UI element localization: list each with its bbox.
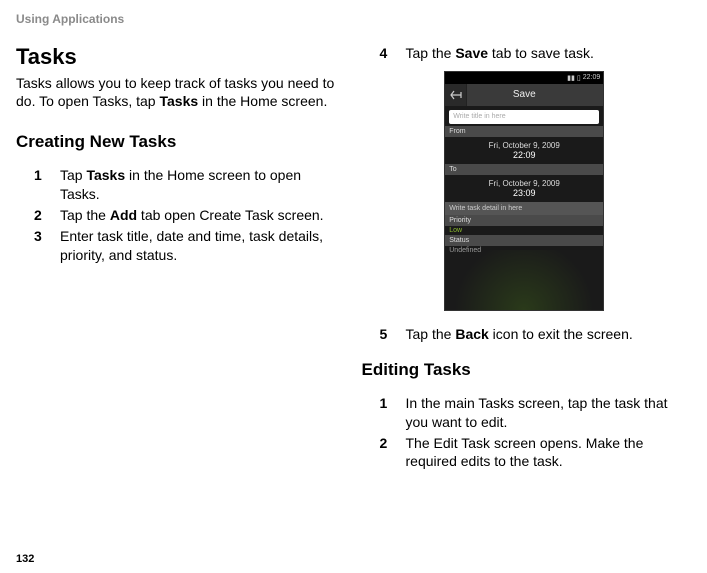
step-pre: Tap the bbox=[406, 326, 456, 342]
step-pre: Tap the bbox=[406, 45, 456, 61]
phone-topbar: Save bbox=[445, 84, 603, 106]
step-number: 2 bbox=[34, 206, 60, 225]
status-time: 22:09 bbox=[583, 74, 601, 81]
steps-creating: 1 Tap Tasks in the Home screen to open T… bbox=[16, 166, 342, 264]
step-text: Enter task title, date and time, task de… bbox=[60, 227, 342, 265]
step-5: 5 Tap the Back icon to exit the screen. bbox=[380, 325, 688, 344]
save-tab[interactable]: Save bbox=[467, 89, 603, 100]
phone-statusbar: ▮▮ ▯ 22:09 bbox=[445, 72, 603, 84]
step-number: 2 bbox=[380, 434, 406, 472]
status-label: Status bbox=[445, 235, 603, 246]
intro-bold-tasks: Tasks bbox=[159, 93, 198, 109]
to-label: To bbox=[445, 164, 603, 175]
step-bold: Tasks bbox=[86, 167, 125, 183]
task-detail-input[interactable]: Write task detail in here bbox=[445, 202, 603, 215]
step-post: tab open Create Task screen. bbox=[137, 207, 324, 223]
step-text: Tap the Back icon to exit the screen. bbox=[406, 325, 688, 344]
step-text: The Edit Task screen opens. Make the req… bbox=[406, 434, 688, 472]
from-date[interactable]: Fri, October 9, 2009 bbox=[445, 137, 603, 150]
step-2: 2 Tap the Add tab open Create Task scree… bbox=[34, 206, 342, 225]
step-text: Tap the Save tab to save task. bbox=[406, 44, 688, 63]
priority-value[interactable]: Low bbox=[445, 226, 603, 235]
signal-icon: ▮▮ bbox=[567, 74, 575, 82]
section-title-tasks: Tasks bbox=[16, 44, 342, 70]
step-number: 5 bbox=[380, 325, 406, 344]
running-header: Using Applications bbox=[16, 12, 687, 26]
step-post: tab to save task. bbox=[488, 45, 594, 61]
step-text: Tap the Add tab open Create Task screen. bbox=[60, 206, 342, 225]
from-label: From bbox=[445, 126, 603, 137]
edit-step-1: 1 In the main Tasks screen, tap the task… bbox=[380, 394, 688, 432]
phone-background bbox=[445, 250, 603, 310]
step-bold: Save bbox=[455, 45, 488, 61]
tasks-intro: Tasks allows you to keep track of tasks … bbox=[16, 74, 342, 110]
subsection-editing-tasks: Editing Tasks bbox=[362, 360, 688, 380]
title-input[interactable]: Write title in here bbox=[449, 110, 599, 124]
step-3: 3 Enter task title, date and time, task … bbox=[34, 227, 342, 265]
intro-text-2: in the Home screen. bbox=[198, 93, 327, 109]
step-text: Tap Tasks in the Home screen to open Tas… bbox=[60, 166, 342, 204]
edit-step-2: 2 The Edit Task screen opens. Make the r… bbox=[380, 434, 688, 472]
steps-creating-continued: 4 Tap the Save tab to save task. bbox=[362, 44, 688, 63]
two-column-layout: Tasks Tasks allows you to keep track of … bbox=[16, 44, 687, 473]
step-text: In the main Tasks screen, tap the task t… bbox=[406, 394, 688, 432]
step-number: 1 bbox=[34, 166, 60, 204]
step-pre: Tap bbox=[60, 167, 86, 183]
step-number: 4 bbox=[380, 44, 406, 63]
step-post: icon to exit the screen. bbox=[489, 326, 633, 342]
left-column: Tasks Tasks allows you to keep track of … bbox=[16, 44, 342, 473]
phone-screenshot: ▮▮ ▯ 22:09 Save Write title in here From… bbox=[362, 71, 688, 311]
from-time[interactable]: 22:09 bbox=[445, 150, 603, 164]
to-date[interactable]: Fri, October 9, 2009 bbox=[445, 175, 603, 188]
steps-editing: 1 In the main Tasks screen, tap the task… bbox=[362, 394, 688, 472]
steps-after-screenshot: 5 Tap the Back icon to exit the screen. bbox=[362, 325, 688, 344]
subsection-creating-new-tasks: Creating New Tasks bbox=[16, 132, 342, 152]
step-pre: Tap the bbox=[60, 207, 110, 223]
phone-ui: ▮▮ ▯ 22:09 Save Write title in here From… bbox=[444, 71, 604, 311]
step-number: 1 bbox=[380, 394, 406, 432]
step-number: 3 bbox=[34, 227, 60, 265]
back-icon[interactable] bbox=[445, 84, 467, 106]
step-1: 1 Tap Tasks in the Home screen to open T… bbox=[34, 166, 342, 204]
right-column: 4 Tap the Save tab to save task. ▮▮ ▯ 22… bbox=[362, 44, 688, 473]
step-4: 4 Tap the Save tab to save task. bbox=[380, 44, 688, 63]
status-value[interactable]: Undefined bbox=[445, 246, 603, 255]
priority-label: Priority bbox=[445, 215, 603, 226]
page-number: 132 bbox=[16, 553, 34, 565]
to-time[interactable]: 23:09 bbox=[445, 188, 603, 202]
battery-icon: ▯ bbox=[577, 74, 581, 82]
step-bold: Add bbox=[110, 207, 137, 223]
step-bold: Back bbox=[455, 326, 488, 342]
